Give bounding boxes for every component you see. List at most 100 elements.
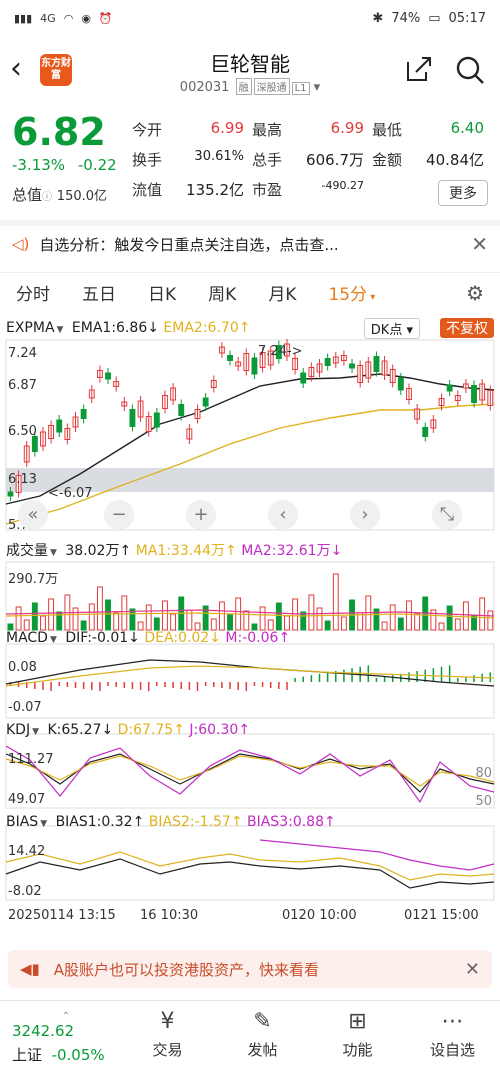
index-value: 3242.62 <box>12 1022 75 1040</box>
macd-bottom: -0.07 <box>8 700 42 715</box>
kdj-legend[interactable]: KDJ ▼ K:65.27↓ D:67.75↑ J:60.30↑ <box>6 722 250 738</box>
volume-bar <box>300 611 307 631</box>
low-label: 最低 <box>372 120 403 139</box>
vol-ma1: MA1:33.44万 <box>135 543 226 559</box>
grid-icon: ⊞ <box>348 1009 367 1034</box>
price-change: -3.13% -0.22 <box>12 156 125 174</box>
eye-icon: ◉ <box>81 11 91 25</box>
network-label: 4G <box>40 11 56 25</box>
volume-bar <box>462 601 469 631</box>
right-icon[interactable]: › <box>350 500 380 530</box>
fullscreen-icon[interactable]: ⤡ <box>432 500 462 530</box>
ema2-value: EMA2:6.70 <box>163 320 239 336</box>
info-icon[interactable]: ⓘ <box>42 192 52 203</box>
signal-icon: ▮▮▮ <box>14 11 33 25</box>
fast-back-icon[interactable]: « <box>18 500 48 530</box>
nav-trade[interactable]: ¥ 交易 <box>120 1001 215 1083</box>
macd-legend[interactable]: MACD ▼ DIF:-0.01↓ DEA:0.02↓ M:-0.06↑ <box>6 630 290 646</box>
volume-bar <box>446 605 453 631</box>
kdj-ref-50: 50 <box>475 794 492 809</box>
volume-bar <box>121 595 128 631</box>
m-value: M:-0.06 <box>225 630 279 646</box>
high-value: 6.99 <box>330 118 364 137</box>
stock-code: 002031 <box>179 80 230 95</box>
nav-functions[interactable]: ⊞ 功能 <box>310 1001 405 1083</box>
analysis-notice[interactable]: ◁) 自选分析：触发今日重点关注自选，点击查... ✕ <box>0 220 500 262</box>
expand-up-icon[interactable]: ⌃ <box>12 1011 120 1022</box>
nav-post-label: 发帖 <box>247 1041 278 1059</box>
adjust-button[interactable]: 不复权 <box>440 318 494 338</box>
dropdown-icon[interactable]: ▾ <box>314 80 321 95</box>
j-value: J:60.30 <box>189 722 239 738</box>
amount-label: 金额 <box>372 150 403 169</box>
bias-legend[interactable]: BIAS ▼ BIAS1:0.32↑ BIAS2:-1.57↑ BIAS3:0.8… <box>6 814 336 830</box>
volume-bar <box>454 618 461 631</box>
settings-icon[interactable]: ⚙ <box>466 281 500 305</box>
macd-top: 0.08 <box>8 660 37 675</box>
dk-button[interactable]: DK点 ▾ <box>363 318 420 339</box>
time-label-2: 16 10:30 <box>140 908 199 923</box>
notice-text: 自选分析：触发今日重点关注自选，点击查... <box>39 235 339 254</box>
volume-bar <box>88 603 95 631</box>
expma-legend[interactable]: EXPMA ▼ EMA1:6.86↓ EMA2:6.70↑ <box>6 320 250 336</box>
y-label-1: 7.24 <box>8 346 37 361</box>
kline-chart[interactable]: EXPMA ▼ EMA1:6.86↓ EMA2:6.70↑ DK点 ▾ 不复权 7… <box>0 314 500 934</box>
time-label-1: 20250114 13:15 <box>8 908 116 923</box>
bias2-line <box>5 851 495 881</box>
kdj-top: 111.27 <box>8 752 54 767</box>
time-label-3: 0120 10:00 <box>282 908 357 923</box>
volume-bar <box>487 610 494 631</box>
volume-bar <box>105 599 111 631</box>
float-value: 135.2亿 <box>186 180 244 199</box>
tag-level: L1 <box>291 82 310 95</box>
volume-bar <box>324 620 331 631</box>
volume-legend[interactable]: 成交量 ▼ 38.02万↑ MA1:33.44万↑ MA2:32.61万↓ <box>6 540 342 560</box>
more-button[interactable]: 更多 <box>438 180 488 206</box>
bias3-value: BIAS3:0.88 <box>247 814 324 830</box>
volume-label: 成交量 <box>6 543 48 559</box>
y-label-4: 6.13 <box>8 472 37 487</box>
tab-intraday[interactable]: 分时 <box>0 280 66 305</box>
index-name: 上证 <box>12 1046 43 1064</box>
close-icon[interactable]: ✕ <box>465 959 480 980</box>
promo-banner[interactable]: ◀▮ A股账户也可以投资港股资产，快来看看 ✕ <box>8 950 492 988</box>
tag-connect: 深股通 <box>253 78 290 95</box>
high-marker-value: 7.24 <box>258 344 287 359</box>
pe-value: -490.27 <box>321 178 364 192</box>
change-amount: -0.22 <box>77 156 117 174</box>
volume-bar <box>153 617 160 631</box>
volume-bar <box>23 619 30 631</box>
more-icon: ⋯ <box>441 1009 464 1034</box>
search-icon[interactable] <box>454 54 486 86</box>
bottom-nav: ⌃ 3242.62 上证 -0.05% ¥ 交易 ✎ 发帖 ⊞ 功能 ⋯ 设自选 <box>0 1000 500 1083</box>
nav-post[interactable]: ✎ 发帖 <box>215 1001 310 1083</box>
volume-bar <box>292 598 299 631</box>
close-icon[interactable]: ✕ <box>471 232 488 256</box>
tab-5day[interactable]: 五日 <box>66 280 132 305</box>
period-tabs: 分时 五日 日K 周K 月K 15分 ▾ ⚙ <box>0 272 500 312</box>
tab-weekly[interactable]: 周K <box>192 280 252 305</box>
tab-15min[interactable]: 15分 ▾ <box>312 280 391 305</box>
vol-ma2-line <box>5 612 495 619</box>
index-ticker[interactable]: ⌃ 3242.62 上证 -0.05% <box>0 1001 120 1083</box>
volume-bar <box>145 604 152 631</box>
y-label-2: 6.87 <box>8 378 37 393</box>
zoom-in-icon[interactable]: + <box>186 500 216 530</box>
volume-bar <box>194 622 201 631</box>
volume-label: 总手 <box>252 150 283 169</box>
tab-daily[interactable]: 日K <box>132 280 192 305</box>
tab-monthly[interactable]: 月K <box>252 280 312 305</box>
d-value: D:67.75 <box>117 722 174 738</box>
nav-watchlist[interactable]: ⋯ 设自选 <box>405 1001 500 1083</box>
tab-15min-label: 15分 <box>328 285 368 305</box>
dea-line <box>5 665 495 687</box>
zoom-out-icon[interactable]: − <box>104 500 134 530</box>
bias2-value: BIAS2:-1.57 <box>148 814 231 830</box>
vol-max-label: 290.7万 <box>8 572 59 587</box>
left-icon[interactable]: ‹ <box>268 500 298 530</box>
share-icon[interactable] <box>404 54 434 84</box>
volume-bar <box>438 622 445 631</box>
bluetooth-icon: ✱ <box>372 10 384 26</box>
time-label-4: 0121 15:00 <box>404 908 479 923</box>
kdj-bottom: 49.07 <box>8 792 46 807</box>
